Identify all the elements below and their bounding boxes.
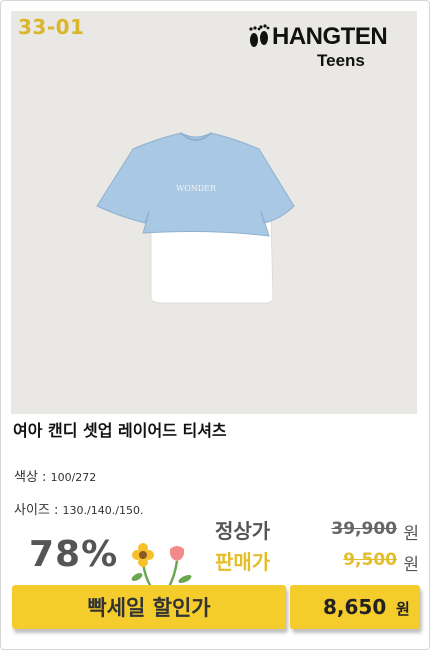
product-card[interactable]: 33-01 HANGTEN Teens WONDER 여아 캔디 셋업 레이어드…: [0, 0, 430, 650]
sale-price-row: 판매가 9,500 원: [215, 546, 425, 576]
color-info: 색상 : 100/272: [14, 466, 96, 485]
final-price-box[interactable]: 8,650 원: [290, 585, 420, 629]
color-label: 색상 :: [14, 470, 47, 485]
flower-icon: [131, 543, 192, 588]
sale-price: 9,500: [343, 550, 397, 570]
size-info: 사이즈 : 130./140./150.: [14, 499, 143, 518]
regular-price: 39,900: [331, 519, 397, 539]
product-title[interactable]: 여아 캔디 셋업 레이어드 티셔츠: [13, 417, 227, 441]
size-label: 사이즈 :: [14, 503, 59, 518]
discount-percent: 78%: [29, 534, 119, 575]
brand-name: HANGTEN: [272, 23, 388, 50]
product-image[interactable]: 33-01 HANGTEN Teens WONDER: [11, 11, 417, 414]
product-code: 33-01: [18, 15, 85, 39]
sale-price-currency: 원: [403, 555, 419, 575]
flash-sale-banner[interactable]: 빡세일 할인가: [12, 585, 286, 629]
final-price: 8,650: [323, 595, 387, 619]
color-value: 100/272: [50, 471, 97, 484]
regular-price-currency: 원: [403, 524, 419, 544]
flash-sale-label: 빡세일 할인가: [87, 596, 211, 620]
brand-logo: HANGTEN Teens: [247, 19, 417, 75]
brand-subtitle: Teens: [317, 51, 365, 70]
sale-price-label: 판매가: [215, 550, 271, 574]
shirt-print-text: WONDER: [176, 184, 217, 193]
regular-price-row: 정상가 39,900 원: [215, 515, 425, 545]
footprint-icon: [249, 24, 270, 47]
t-shirt-image: WONDER: [96, 132, 295, 304]
size-value: 130./140./150.: [62, 504, 144, 517]
final-price-currency: 원: [396, 600, 410, 618]
regular-price-label: 정상가: [215, 519, 271, 543]
